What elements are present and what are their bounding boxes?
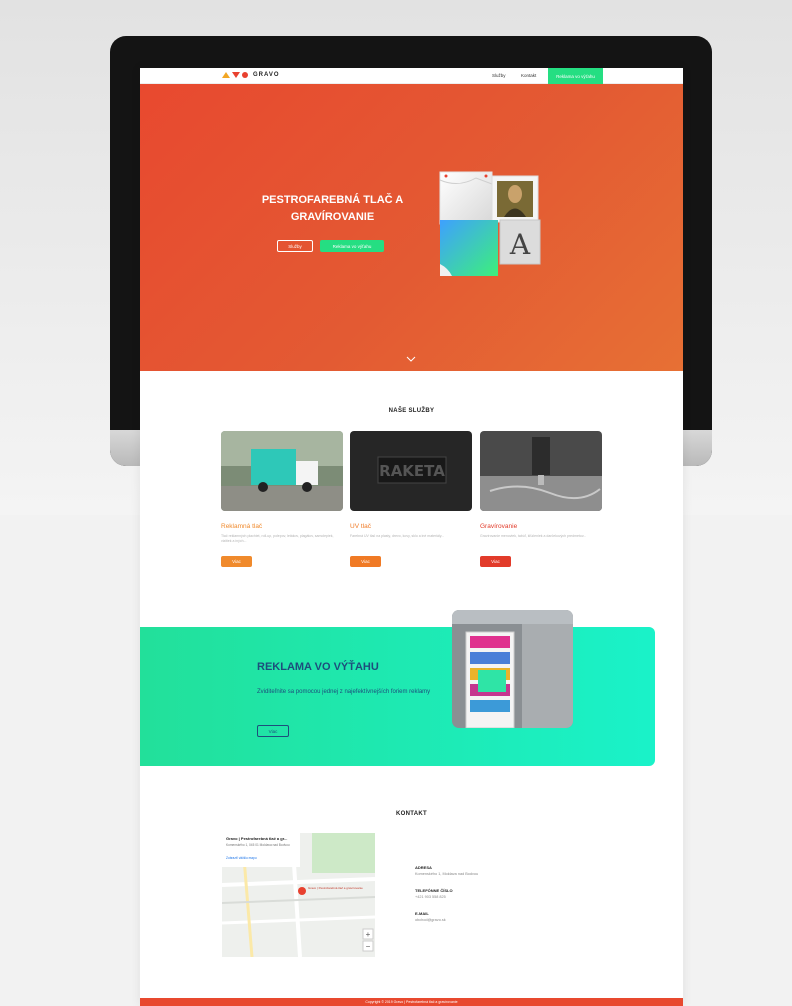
gradient-sticker xyxy=(440,220,498,276)
letter-a-glyph: A xyxy=(509,228,531,261)
nav-cta-lift[interactable]: Reklama vo výťahu xyxy=(548,68,603,84)
brand-logo[interactable]: GRAVO xyxy=(222,72,280,78)
card-more-button-print[interactable]: Viac xyxy=(221,556,252,567)
card-image-van[interactable] xyxy=(221,431,343,511)
nav-link-contact[interactable]: Kontakt xyxy=(521,73,536,78)
card-more-button-engraving[interactable]: Viac xyxy=(480,556,511,567)
contact-map[interactable]: + − Gravo | Pestrofarebná tlač a gr... K… xyxy=(222,833,375,957)
website-page: GRAVO Služby Kontakt Reklama vo výťahu P… xyxy=(140,68,683,1006)
nav-link-services[interactable]: Služby xyxy=(492,73,506,78)
lift-ad-title: REKLAMA VO VÝŤAHU xyxy=(257,661,379,673)
services-heading: NAŠE SLUŽBY xyxy=(388,408,435,414)
card-image-engraving[interactable] xyxy=(480,431,602,511)
brand-name: GRAVO xyxy=(253,72,280,78)
hero-title: PESTROFAREBNÁ TLAČ A GRAVÍROVANIE xyxy=(261,194,404,223)
banner-sheet xyxy=(439,171,493,225)
circle-icon xyxy=(242,72,248,78)
svg-text:−: − xyxy=(366,942,371,951)
svg-text:RAKETA: RAKETA xyxy=(379,462,445,480)
card-title-engraving[interactable]: Gravírovanie xyxy=(480,523,517,530)
card-text-print: Tlač reklamných plachiet, roll-up, polep… xyxy=(221,534,334,543)
address-label: ADRESA xyxy=(415,865,432,870)
hero-lift-button[interactable]: Reklama vo výťahu xyxy=(320,240,384,252)
triangle-icon xyxy=(222,72,230,78)
footer-copyright: Copyright © 2019 Gravo | Pestrofarebná t… xyxy=(140,998,683,1006)
lift-ad-text: Zviditeľnite sa pomocou jednej z najefek… xyxy=(257,689,431,695)
phone-value[interactable]: +421 903 558 825 xyxy=(415,895,446,899)
elevator-photo xyxy=(452,610,573,728)
card-more-button-uv[interactable]: Viac xyxy=(350,556,381,567)
hero-section: PESTROFAREBNÁ TLAČ A GRAVÍROVANIE Služby… xyxy=(140,84,683,371)
card-image-uv[interactable]: RAKETA xyxy=(350,431,472,511)
map-pin-label: Gravo | Pestrofarebná tlač a gravírovani… xyxy=(308,886,363,890)
chevron-down-icon[interactable] xyxy=(406,354,416,364)
lift-ad-more-button[interactable]: Viac xyxy=(257,725,289,737)
address-value: Komenského 1, Moldava nad Bodvou xyxy=(415,872,479,876)
email-label: E-MAIL xyxy=(415,911,429,916)
card-title-print[interactable]: Reklamná tlač xyxy=(221,523,262,530)
hero-services-button[interactable]: Služby xyxy=(277,240,313,252)
svg-text:+: + xyxy=(366,930,371,939)
phone-label: TELEFÓNNE ČÍSLO xyxy=(415,888,453,893)
card-title-uv[interactable]: UV tlač xyxy=(350,523,371,530)
top-navigation: GRAVO Služby Kontakt Reklama vo výťahu xyxy=(140,68,683,84)
map-larger-link[interactable]: Zobraziť väčšiu mapu xyxy=(226,856,257,860)
card-text-engraving: Gravírovanie menoviek, tabúľ, kľúčeniek … xyxy=(480,534,587,538)
map-place-name: Gravo | Pestrofarebná tlač a gr... xyxy=(226,836,288,841)
v-icon xyxy=(232,72,240,78)
email-value[interactable]: obchod@gravo.sk xyxy=(415,918,446,922)
map-place-address: Komenského 1, 045 01 Moldava nad Bodvou xyxy=(226,843,290,847)
card-text-uv: Farebná UV tlač na plasty, drevo, kovy, … xyxy=(350,534,445,538)
map-pin-icon[interactable] xyxy=(298,887,306,895)
hero-illustration: A xyxy=(439,171,541,276)
contact-heading: KONTAKT xyxy=(396,811,427,817)
